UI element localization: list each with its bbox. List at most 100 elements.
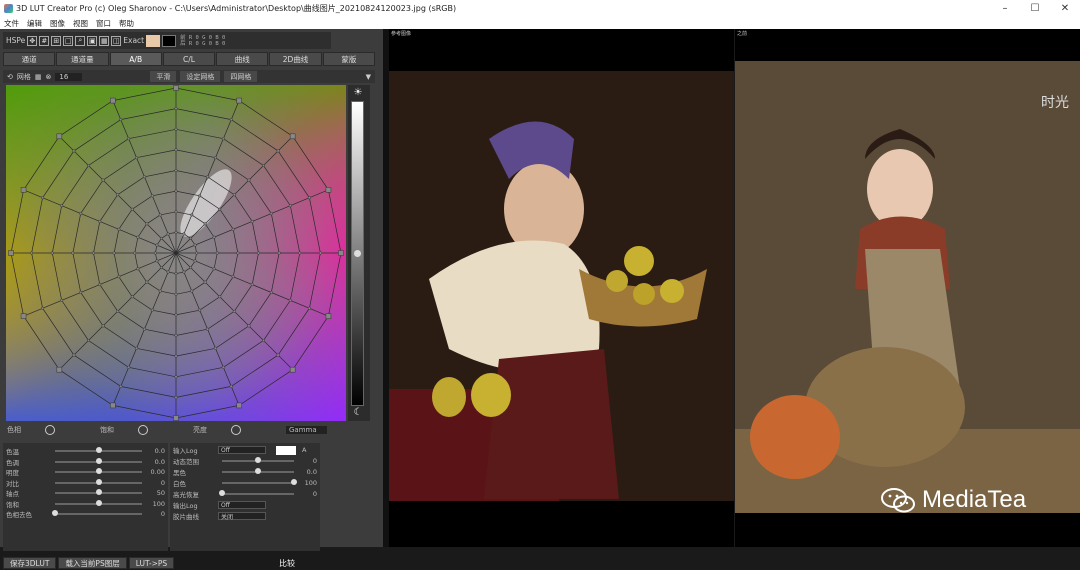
grid-node[interactable] — [72, 149, 76, 153]
grid-node[interactable] — [117, 227, 121, 231]
grid-control-point[interactable] — [289, 366, 296, 373]
menu-file[interactable]: 文件 — [0, 18, 23, 29]
grid-node[interactable] — [236, 251, 240, 255]
grid-node[interactable] — [213, 156, 218, 160]
grid-node[interactable] — [112, 251, 116, 255]
grid-icon-small[interactable]: ▦ — [35, 73, 42, 81]
black-slider[interactable] — [222, 468, 294, 474]
menu-edit[interactable]: 编辑 — [23, 18, 46, 29]
grid-node[interactable] — [198, 194, 202, 198]
grid-node[interactable] — [72, 353, 76, 357]
grid-node[interactable] — [212, 267, 216, 271]
grid-node[interactable] — [101, 178, 105, 182]
grid-node[interactable] — [60, 298, 64, 302]
grid-node[interactable] — [174, 230, 178, 234]
grid-node[interactable] — [174, 189, 178, 193]
grid-node[interactable] — [298, 251, 302, 255]
grid-control-point[interactable] — [236, 402, 242, 409]
grid-node[interactable] — [166, 232, 170, 236]
tab-channel[interactable]: 通道 — [3, 52, 56, 66]
grid-node[interactable] — [193, 259, 197, 263]
grid-node[interactable] — [256, 251, 261, 255]
grid-node[interactable] — [190, 213, 194, 217]
grid-node[interactable] — [101, 324, 105, 328]
grid-node[interactable] — [215, 251, 219, 255]
grid-control-point[interactable] — [325, 187, 332, 193]
grid-node[interactable] — [60, 204, 64, 208]
tab-ab[interactable]: A/B — [109, 52, 162, 66]
grid-node[interactable] — [288, 204, 292, 208]
menu-view[interactable]: 视图 — [69, 18, 92, 29]
grid-node[interactable] — [134, 346, 139, 350]
grid-node[interactable] — [198, 308, 202, 312]
grid-node[interactable] — [218, 295, 222, 299]
grid-node[interactable] — [50, 251, 54, 255]
grid-node[interactable] — [174, 127, 178, 131]
grid-size-select[interactable]: 16 — [55, 72, 83, 81]
grid-control-point[interactable] — [325, 313, 332, 319]
grid-node[interactable] — [174, 292, 178, 296]
control-slider[interactable] — [55, 499, 142, 506]
grid-node[interactable] — [231, 227, 235, 231]
grid-node[interactable] — [190, 289, 194, 293]
dropdown-icon[interactable]: ▼ — [366, 73, 371, 81]
grid-node[interactable] — [247, 178, 251, 182]
highlight-slider[interactable] — [219, 490, 294, 496]
grid-node[interactable] — [116, 309, 120, 313]
load-ps-layer-button[interactable]: 载入当前PS图层 — [58, 557, 127, 569]
grid-node[interactable] — [127, 365, 131, 369]
film-curve-select[interactable]: 关闭 — [218, 512, 266, 521]
grid-node[interactable] — [133, 251, 137, 255]
grid-node[interactable] — [145, 222, 149, 226]
cancel-grid-icon[interactable]: ⊗ — [46, 73, 52, 81]
tab-2d-curves[interactable]: 2D曲线 — [269, 52, 322, 66]
grid-node[interactable] — [174, 107, 178, 111]
control-slider[interactable] — [55, 447, 142, 453]
grid-icon[interactable]: ▦ — [99, 35, 110, 46]
grid-node[interactable] — [174, 148, 178, 152]
auto-button[interactable]: A — [302, 446, 306, 454]
grid-control-point[interactable] — [110, 402, 116, 409]
compare-button[interactable]: 比较 — [279, 558, 295, 569]
grid-node[interactable] — [79, 211, 83, 216]
grid-node[interactable] — [174, 313, 178, 317]
grid-node[interactable] — [134, 156, 139, 160]
grid-node[interactable] — [307, 306, 311, 310]
grid-control-point[interactable] — [289, 133, 296, 140]
control-slider[interactable] — [55, 457, 142, 464]
slider-knob[interactable] — [291, 479, 297, 485]
grid-node[interactable] — [136, 235, 140, 239]
grid-node[interactable] — [203, 280, 207, 284]
grid-node[interactable] — [174, 272, 178, 276]
grid-node[interactable] — [159, 266, 163, 270]
lut-to-ps-button[interactable]: LUT->PS — [128, 557, 175, 569]
grid-node[interactable] — [231, 275, 235, 279]
grid-node[interactable] — [218, 207, 222, 211]
slider-knob[interactable] — [52, 510, 58, 516]
grid-node[interactable] — [182, 232, 186, 236]
hue-reset-icon[interactable] — [45, 424, 55, 435]
grid-node[interactable] — [117, 275, 121, 279]
grid-node[interactable] — [229, 118, 233, 122]
grid-node[interactable] — [288, 298, 292, 302]
grid-node[interactable] — [130, 295, 134, 299]
grid-control-point[interactable] — [236, 97, 242, 104]
input-log-select[interactable]: Off — [218, 446, 266, 454]
gamma-select[interactable]: Gamma — [286, 425, 327, 434]
control-slider[interactable] — [55, 489, 142, 495]
grid-node[interactable] — [193, 243, 197, 247]
grid-node[interactable] — [116, 193, 120, 197]
saturation-reset-icon[interactable] — [138, 424, 148, 435]
slider-knob[interactable] — [95, 457, 102, 464]
sun-icon[interactable]: ☀ — [352, 87, 364, 99]
grid-node[interactable] — [119, 384, 123, 388]
grid-node[interactable] — [130, 207, 134, 211]
white-slider[interactable] — [222, 479, 297, 485]
grid-node[interactable] — [142, 327, 146, 331]
grid-node[interactable] — [212, 235, 216, 239]
grid-node[interactable] — [155, 243, 159, 247]
grid-control-point[interactable] — [173, 85, 179, 91]
grid-node[interactable] — [276, 149, 280, 153]
exact-toggle[interactable]: Exact — [123, 36, 144, 45]
move-icon[interactable]: ✥ — [27, 35, 38, 46]
